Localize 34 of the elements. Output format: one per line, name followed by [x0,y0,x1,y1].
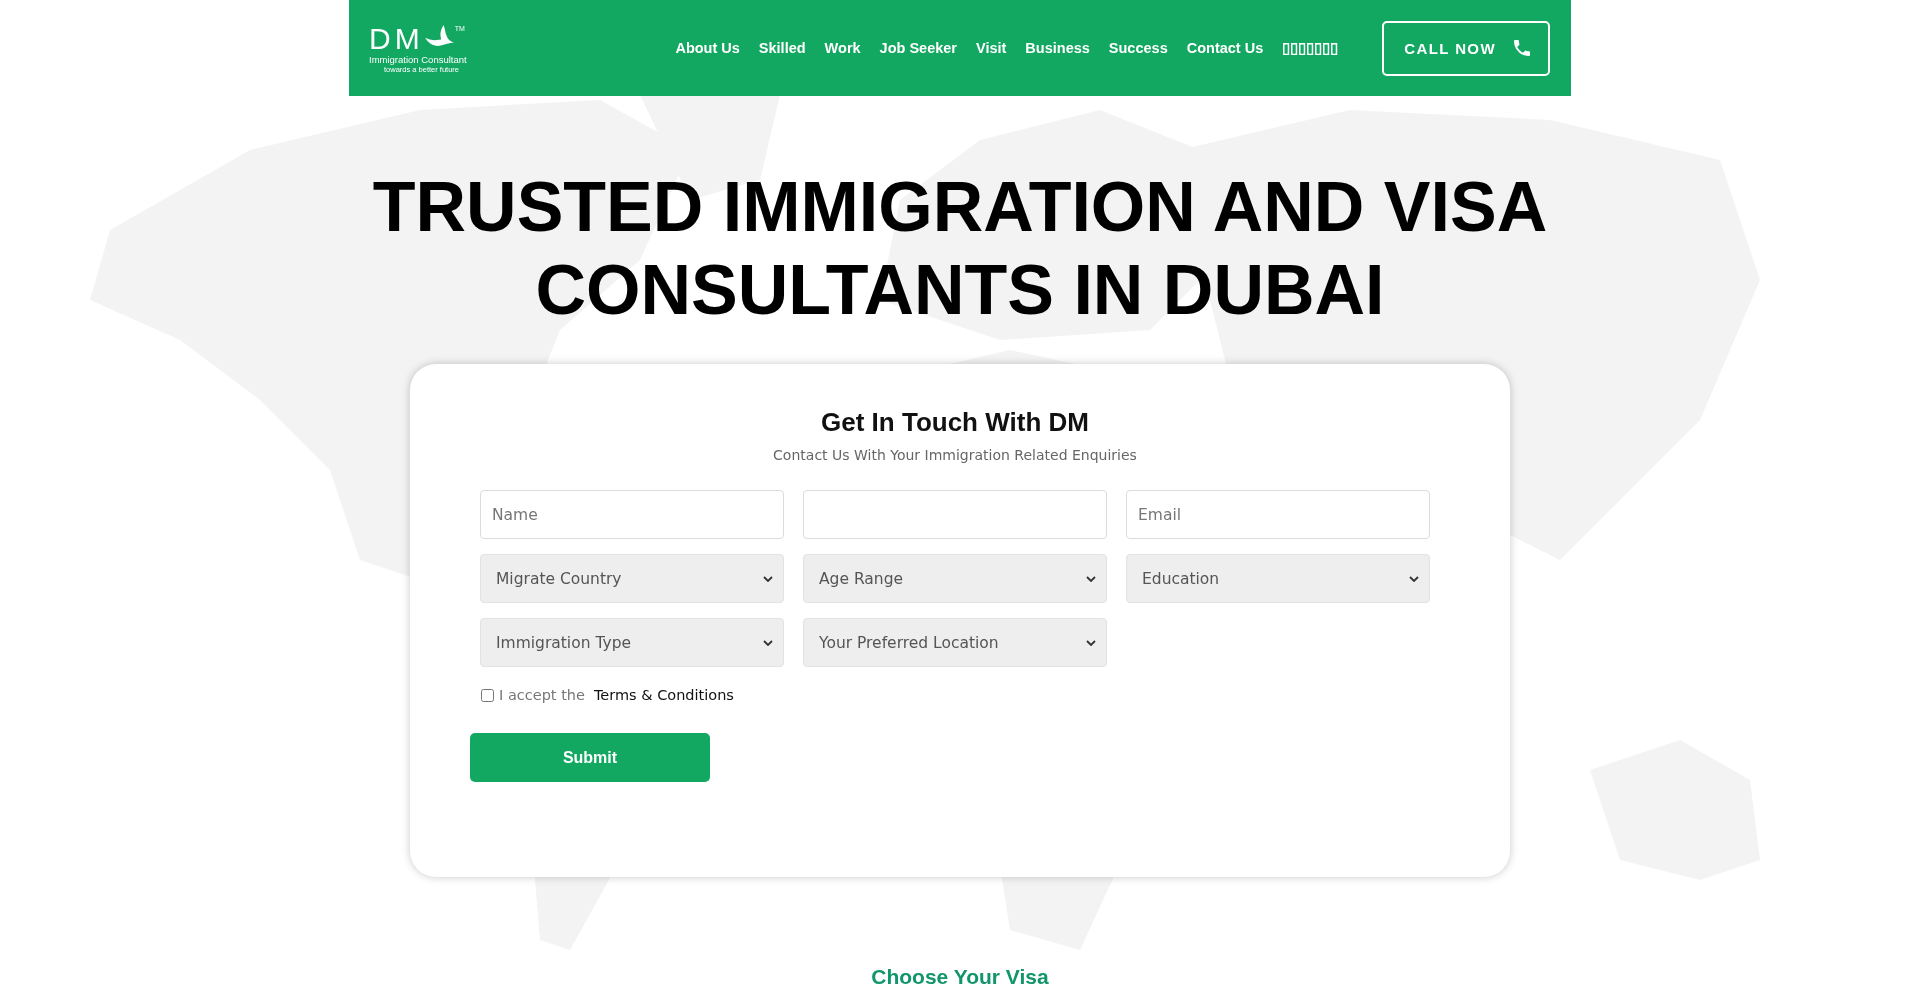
text-field[interactable] [803,490,1107,539]
logo-wordmark: DM [369,26,424,52]
chevron-down-icon [763,575,773,582]
form-title: Get In Touch With DM [821,406,1089,439]
terms-link[interactable]: Terms & Conditions [593,685,734,705]
nav-link[interactable]: Job Seeker [879,38,957,58]
hero-title: TRUSTED IMMIGRATION AND VISA CONSULTANTS IN DUBAI [371,167,1549,331]
nav-link[interactable]: Contact Us [1186,38,1264,58]
form-subtitle: Contact Us With Your Immigration Related Enquiries [773,446,1137,465]
chevron-down-icon [1086,575,1096,582]
chevron-down-icon [763,639,773,646]
nav-link[interactable]: Success [1108,38,1168,58]
chevron-down-icon [1086,639,1096,646]
consent-label: I accept the [499,686,585,705]
phone-icon [1514,40,1530,56]
dropdown-field[interactable]: Education [1126,554,1430,603]
call-now-button[interactable]: CALL NOW [1382,20,1550,76]
chevron-down-icon [1409,575,1419,582]
dropdown-field[interactable]: Your Preferred Location [803,618,1107,667]
nav-link[interactable]: Skilled [758,38,806,58]
text-field[interactable]: Email [1126,490,1430,539]
nav-link[interactable]: Work [824,38,861,58]
dropdown-field[interactable]: Migrate Country [480,554,784,603]
section-heading: Choose Your Visa [871,964,1049,990]
dropdown-field[interactable]: Immigration Type [480,618,784,667]
logo-tagline: Immigration Consultant [369,54,467,65]
dropdown-field[interactable]: Age Range [803,554,1107,603]
nav-link[interactable]: About Us [675,38,740,58]
checkbox[interactable] [481,688,494,702]
submit-button[interactable]: Submit [470,733,710,782]
text-field[interactable]: Name [480,490,784,539]
nav-link[interactable]: Visit [976,38,1007,58]
nav-link[interactable]: ▯▯▯▯▯▯▯ [1282,38,1339,58]
nav-link[interactable]: Business [1025,38,1090,58]
